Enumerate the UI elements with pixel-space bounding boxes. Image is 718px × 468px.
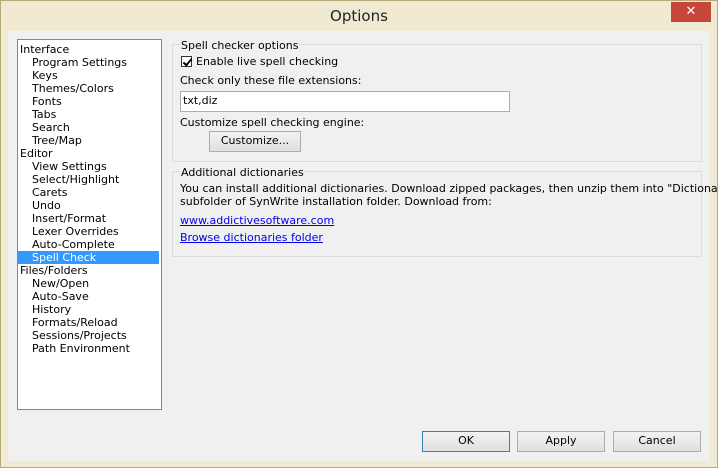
addictivesoftware-link[interactable]: www.addictivesoftware.com (180, 214, 334, 227)
tree-item-search[interactable]: Search (18, 121, 72, 134)
tree-item-history[interactable]: History (18, 303, 73, 316)
engine-label: Customize spell checking engine: (180, 116, 365, 129)
group-title-spell-checker: Spell checker options (180, 39, 300, 52)
title-bar[interactable]: Options ✕ (1, 1, 717, 32)
tree-item-path-environment[interactable]: Path Environment (18, 342, 132, 355)
dictionaries-text-line1: You can install additional dictionaries.… (180, 182, 718, 195)
tree-item-editor[interactable]: Editor (18, 147, 55, 160)
additional-dictionaries-group: Additional dictionaries You can install … (172, 166, 718, 257)
tree-item-view-settings[interactable]: View Settings (18, 160, 109, 173)
tree-item-program-settings[interactable]: Program Settings (18, 56, 129, 69)
options-window: Options ✕ Interface Program Settings Keys T… (0, 0, 718, 468)
tree-item-undo[interactable]: Undo (18, 199, 63, 212)
dictionaries-text-line2: subfolder of SynWrite installation folde… (180, 195, 492, 208)
tree-item-keys[interactable]: Keys (18, 69, 60, 82)
tree-item-files-folders[interactable]: Files/Folders (18, 264, 90, 277)
apply-button[interactable]: Apply (517, 431, 605, 452)
tree-item-new-open[interactable]: New/Open (18, 277, 91, 290)
live-spell-check-checkbox[interactable] (181, 56, 192, 67)
tree-item-auto-save[interactable]: Auto-Save (18, 290, 91, 303)
tree-item-formats-reload[interactable]: Formats/Reload (18, 316, 120, 329)
cancel-button[interactable]: Cancel (613, 431, 701, 452)
options-tree[interactable]: Interface Program Settings Keys Themes/Colo… (17, 39, 162, 410)
tree-item-insert-format[interactable]: Insert/Format (18, 212, 108, 225)
extensions-label: Check only these file extensions: (180, 74, 362, 87)
window-title: Options (330, 7, 388, 25)
tree-item-interface[interactable]: Interface (18, 43, 71, 56)
spell-checker-options-group: Spell checker options Enable live spell … (172, 39, 702, 162)
ok-button[interactable]: OK (422, 431, 510, 452)
browse-dictionaries-link[interactable]: Browse dictionaries folder (180, 231, 323, 244)
tree-item-tree-map[interactable]: Tree/Map (18, 134, 84, 147)
tree-item-auto-complete[interactable]: Auto-Complete (18, 238, 117, 251)
group-title-dictionaries: Additional dictionaries (180, 166, 305, 179)
tree-item-select-highlight[interactable]: Select/Highlight (18, 173, 121, 186)
tree-item-lexer-overrides[interactable]: Lexer Overrides (18, 225, 121, 238)
tree-item-carets[interactable]: Carets (18, 186, 70, 199)
customize-button[interactable]: Customize... (209, 131, 301, 152)
close-button[interactable]: ✕ (671, 2, 711, 22)
close-icon: ✕ (685, 4, 697, 19)
tree-item-themes-colors[interactable]: Themes/Colors (18, 82, 116, 95)
tree-item-fonts[interactable]: Fonts (18, 95, 64, 108)
tree-item-sessions-projects[interactable]: Sessions/Projects (18, 329, 129, 342)
tree-item-tabs[interactable]: Tabs (18, 108, 58, 121)
extensions-input[interactable]: txt,diz (180, 91, 510, 112)
tree-item-spell-check[interactable]: Spell Check (18, 251, 159, 264)
dialog-client-area: Interface Program Settings Keys Themes/Colo… (8, 31, 718, 461)
live-spell-check-label[interactable]: Enable live spell checking (196, 55, 338, 68)
